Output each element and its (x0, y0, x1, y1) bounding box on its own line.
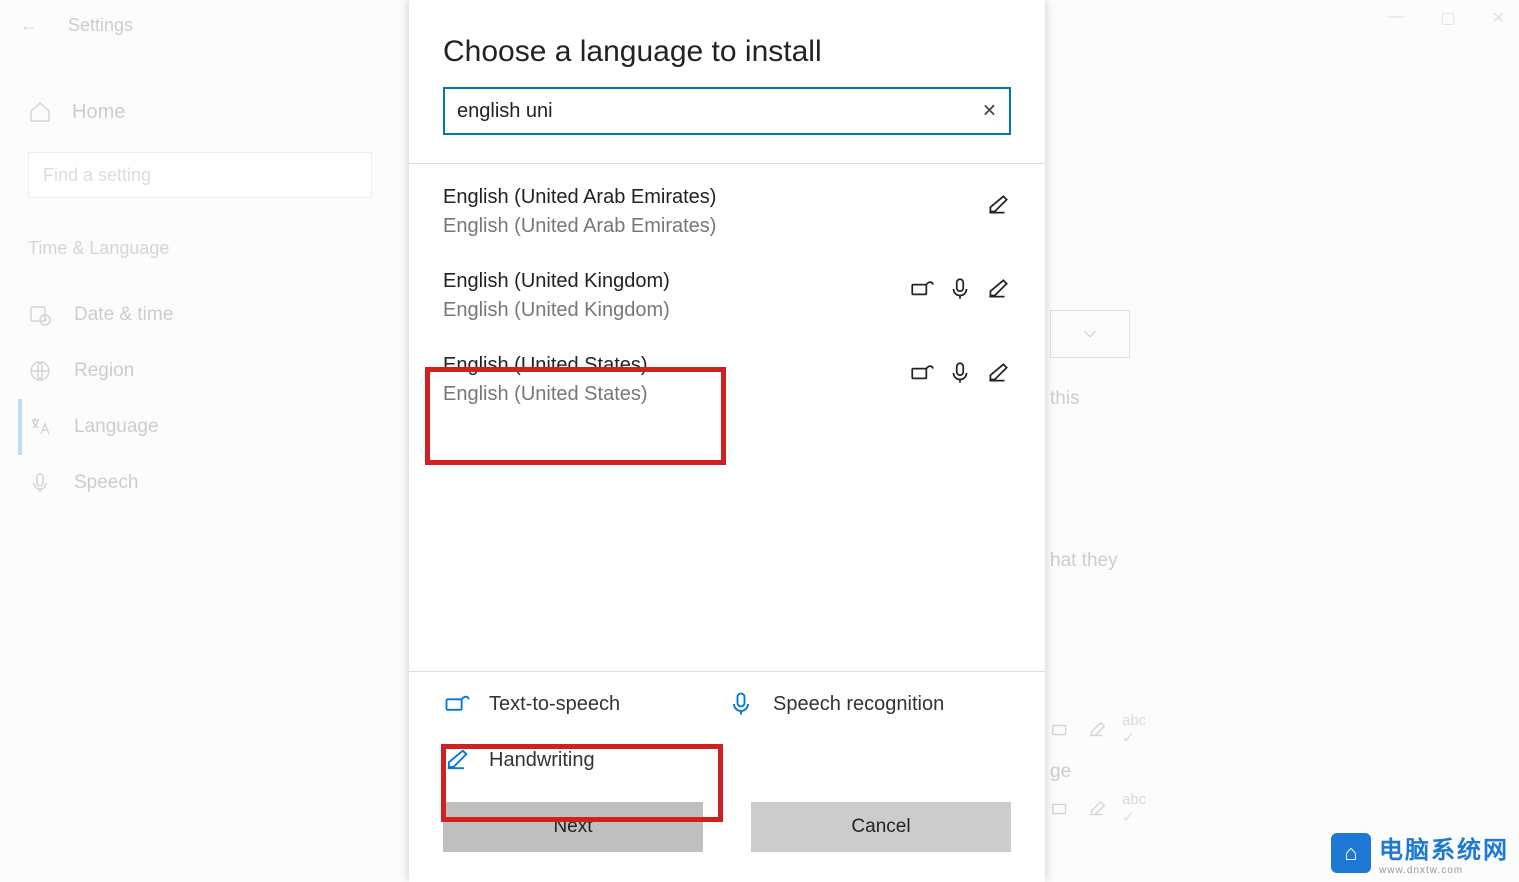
microphone-icon (947, 276, 973, 302)
language-item-uk[interactable]: English (United Kingdom) English (United… (443, 256, 1011, 340)
language-primary: English (United Arab Emirates) (443, 186, 716, 209)
feature-speech: Speech recognition (727, 690, 1011, 718)
feature-label: Speech recognition (773, 693, 944, 716)
feature-handwriting: Handwriting (443, 746, 727, 774)
handwriting-icon (985, 360, 1011, 386)
language-search-input[interactable] (443, 87, 1011, 135)
feature-label: Text-to-speech (489, 693, 620, 716)
feature-label: Handwriting (489, 749, 595, 772)
dialog-title: Choose a language to install (409, 0, 1045, 87)
tts-icon (909, 360, 935, 386)
tts-icon (443, 690, 471, 718)
language-item-uae[interactable]: English (United Arab Emirates) English (… (443, 172, 1011, 256)
language-item-us[interactable]: English (United States) English (United … (443, 340, 1011, 424)
watermark-logo-icon: ⌂ (1331, 833, 1371, 873)
next-button[interactable]: Next (443, 802, 703, 852)
tts-icon (909, 276, 935, 302)
choose-language-dialog: Choose a language to install ✕ English (… (409, 0, 1045, 882)
microphone-icon (947, 360, 973, 386)
clear-search-icon[interactable]: ✕ (982, 101, 997, 122)
handwriting-icon (443, 746, 471, 774)
language-secondary: English (United States) (443, 383, 648, 406)
feature-tts: Text-to-speech (443, 690, 727, 718)
language-secondary: English (United Arab Emirates) (443, 215, 716, 238)
handwriting-icon (985, 276, 1011, 302)
watermark-url: www.dnxtw.com (1379, 865, 1509, 876)
language-secondary: English (United Kingdom) (443, 299, 670, 322)
language-primary: English (United Kingdom) (443, 270, 670, 293)
watermark-brand: 电脑系统网 (1379, 837, 1509, 864)
cancel-button[interactable]: Cancel (751, 802, 1011, 852)
watermark: ⌂ 电脑系统网 www.dnxtw.com (1331, 830, 1509, 876)
handwriting-icon (985, 192, 1011, 218)
divider (409, 163, 1045, 164)
language-primary: English (United States) (443, 354, 648, 377)
microphone-icon (727, 690, 755, 718)
feature-legend: Text-to-speech Speech recognition Handwr… (409, 671, 1045, 790)
language-list: English (United Arab Emirates) English (… (409, 172, 1045, 671)
